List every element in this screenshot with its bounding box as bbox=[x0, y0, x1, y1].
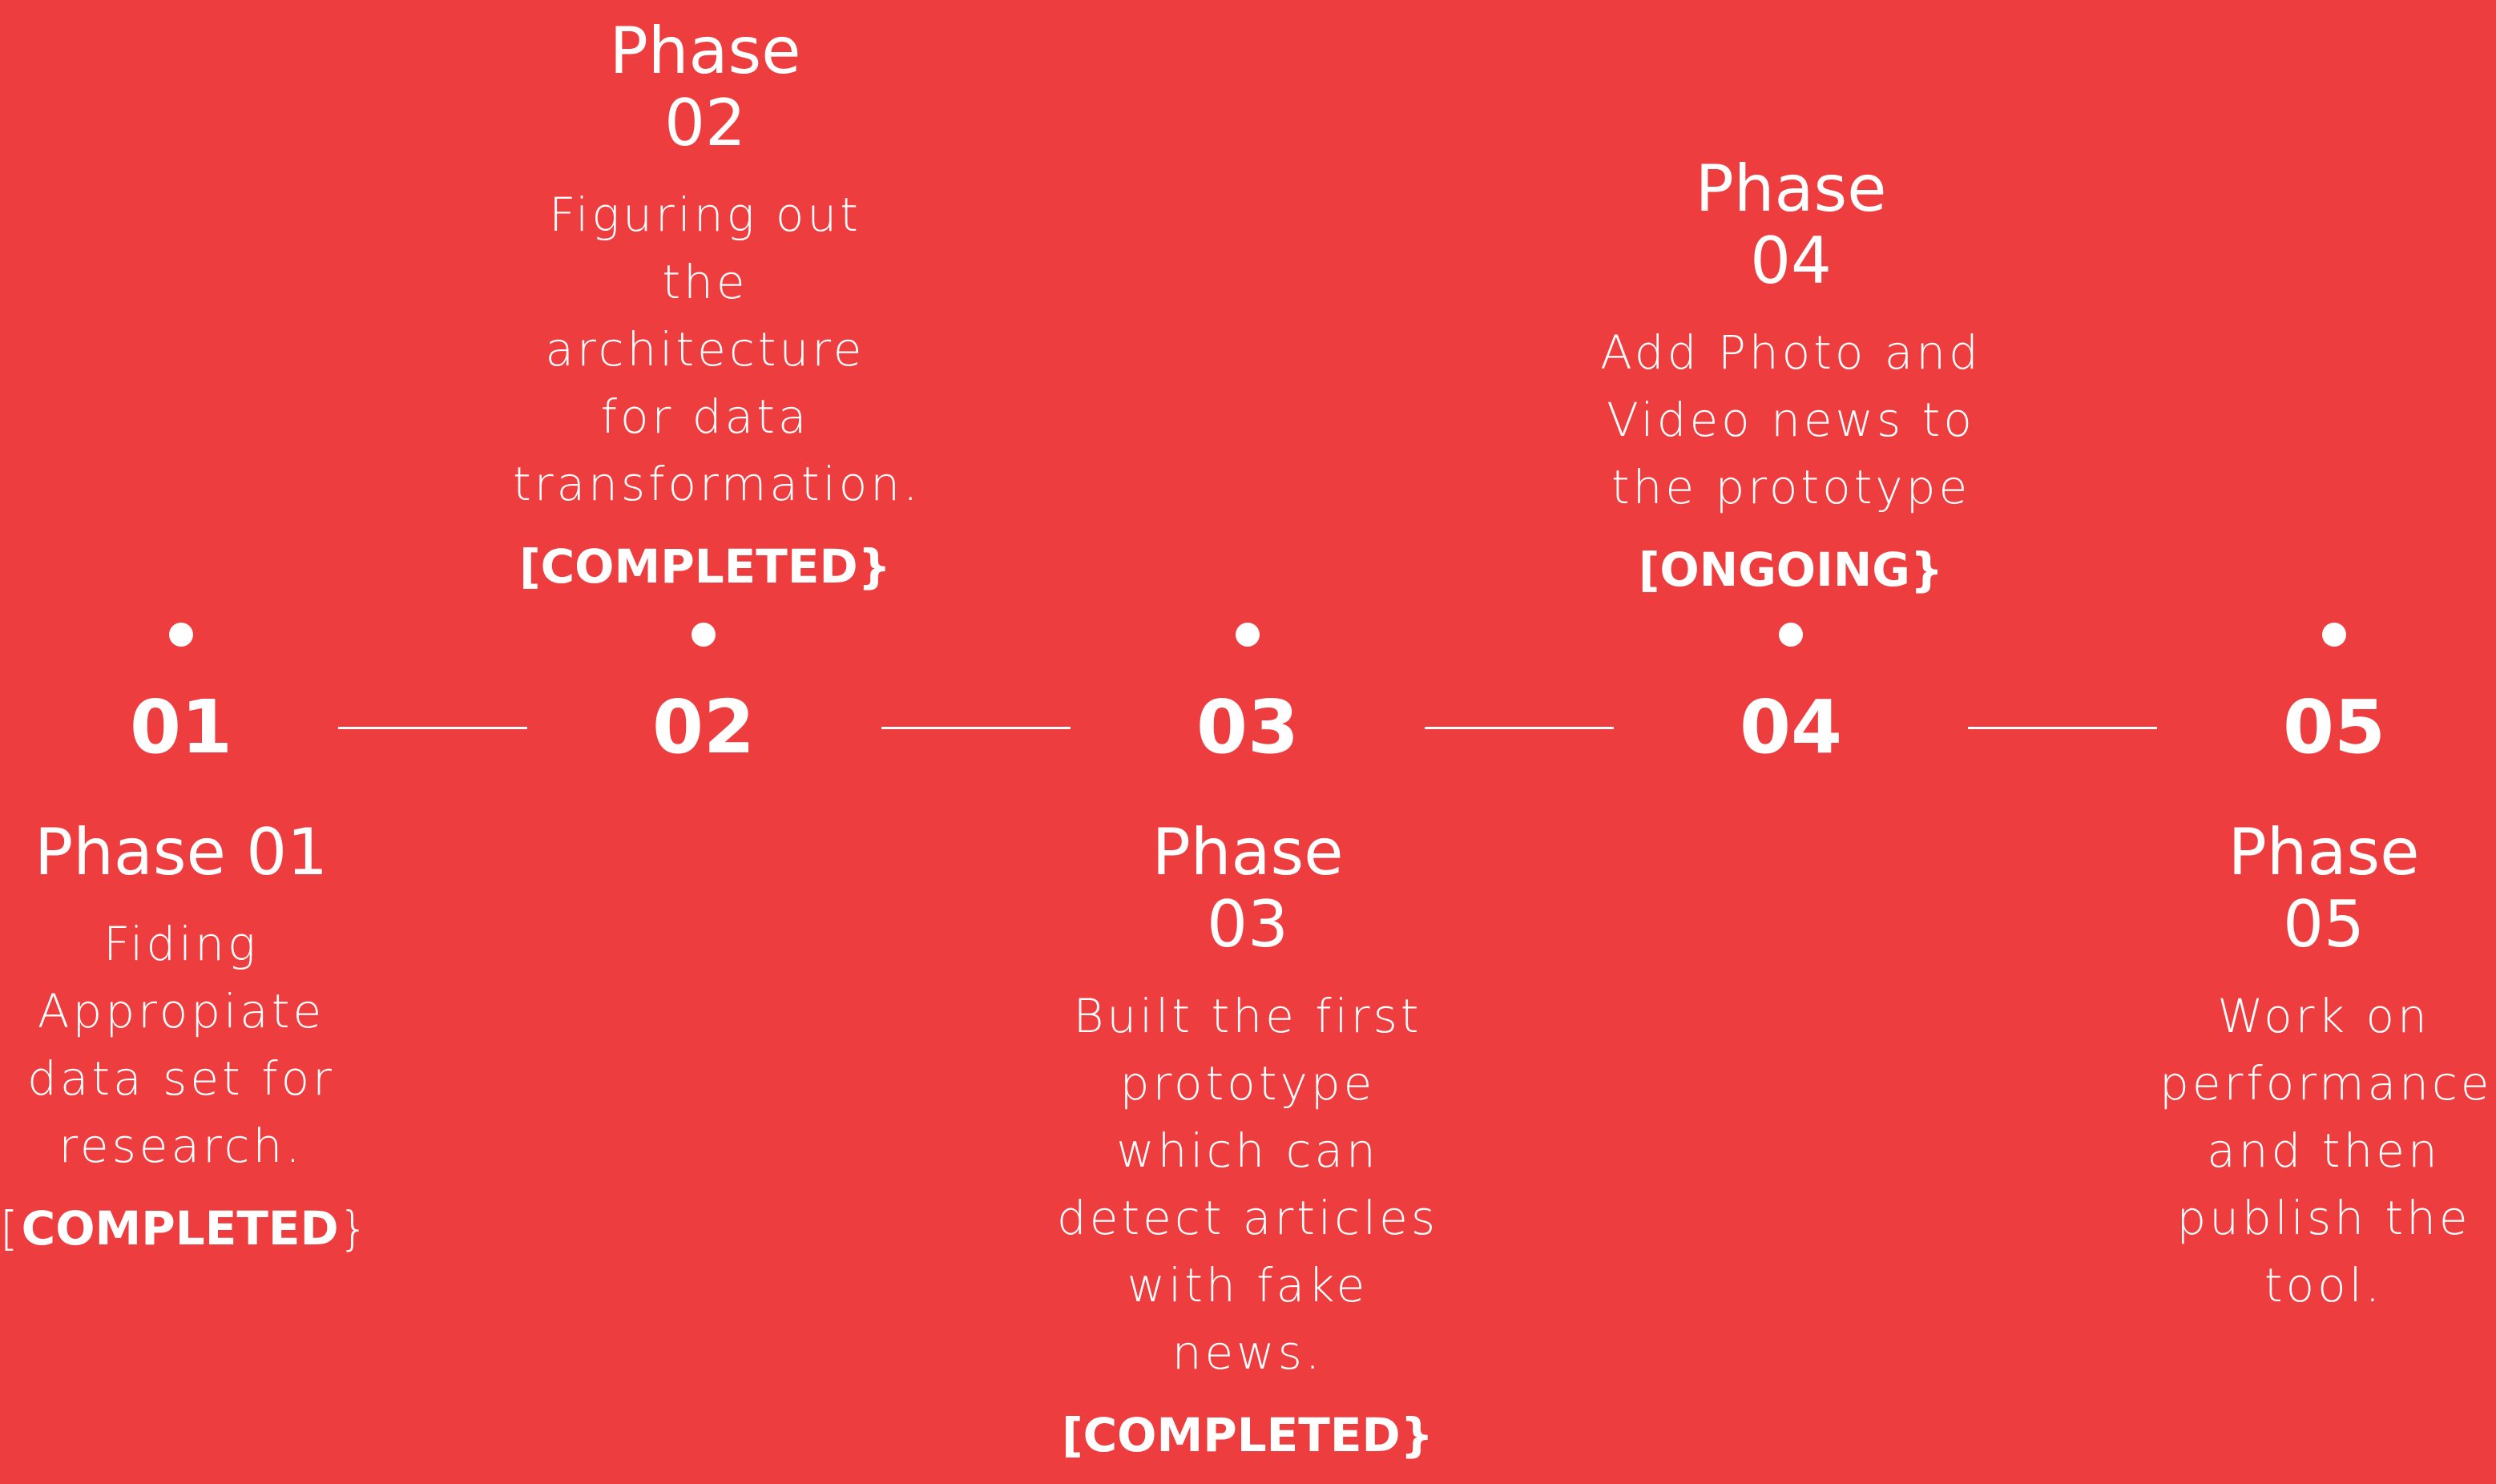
phase-02-title: Phase 02 bbox=[609, 14, 801, 160]
phase-01-status: [COMPLETED} bbox=[0, 1195, 369, 1262]
timeline-dot-02 bbox=[692, 623, 716, 647]
phase-05-title: Phase 05 bbox=[2228, 815, 2420, 962]
timeline-number-04: 04 bbox=[1739, 684, 1843, 770]
phase-04-card: Phase 04 Add Photo and Video news to the… bbox=[1595, 138, 1987, 619]
phase-02-description: Figuring out the architecture for data t… bbox=[513, 188, 921, 511]
phase-01-card: Phase 01 Fiding Appropiate data set for … bbox=[0, 801, 369, 1277]
timeline-connector-03-04 bbox=[1425, 727, 1614, 729]
timeline-connector-02-03 bbox=[881, 727, 1071, 729]
phase-01-title: Phase 01 bbox=[34, 815, 329, 889]
phase-03-card: Phase 03 Built the first prototype which… bbox=[1055, 801, 1440, 1484]
phase-05-card: Phase 05 Work on performance and then pu… bbox=[2159, 801, 2493, 1334]
phase-03-description: Built the first prototype which can dete… bbox=[1056, 989, 1439, 1380]
phase-01-description: Fiding Appropiate data set for research. bbox=[27, 917, 335, 1173]
timeline-dot-05 bbox=[2322, 623, 2346, 647]
timeline-connector-01-02 bbox=[338, 727, 527, 729]
timeline-number-03: 03 bbox=[1196, 684, 1300, 770]
timeline-dot-03 bbox=[1236, 623, 1260, 647]
phase-04-description: Add Photo and Video news to the prototyp… bbox=[1600, 325, 1982, 514]
phase-05-description: Work on performance and then publish the… bbox=[2159, 989, 2493, 1313]
timeline-dot-04 bbox=[1779, 623, 1803, 647]
phase-04-status: [ONGOING} bbox=[1638, 542, 1944, 597]
timeline-dot-01 bbox=[169, 623, 193, 647]
phase-02-card: Phase 02 Figuring out the architecture f… bbox=[513, 0, 921, 615]
timeline-number-02: 02 bbox=[651, 684, 756, 770]
timeline-connector-04-05 bbox=[1968, 727, 2157, 729]
phase-02-status: [COMPLETED} bbox=[519, 539, 891, 594]
timeline-number-01: 01 bbox=[129, 684, 233, 770]
phase-01-status-word: COMPLETED bbox=[21, 1201, 339, 1256]
phase-01-status-close: } bbox=[338, 1201, 372, 1256]
phase-03-title: Phase 03 bbox=[1151, 815, 1344, 962]
timeline-number-05: 05 bbox=[2282, 684, 2386, 770]
phase-03-status: [COMPLETED} bbox=[1062, 1408, 1433, 1462]
phase-01-status-open: [ bbox=[0, 1201, 22, 1256]
phase-04-title: Phase 04 bbox=[1695, 151, 1887, 298]
